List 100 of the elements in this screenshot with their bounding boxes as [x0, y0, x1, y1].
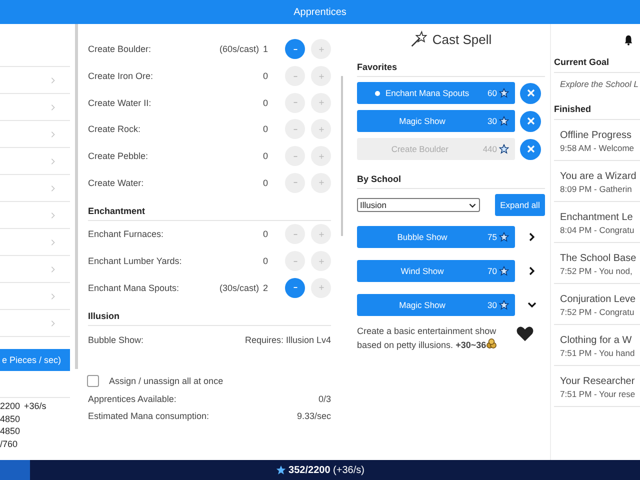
- star-icon: [276, 465, 286, 475]
- plus-button[interactable]: [311, 146, 331, 166]
- event-title: Offline Progress: [560, 130, 633, 141]
- spell-button[interactable]: Magic Show 30: [357, 294, 515, 316]
- remove-button[interactable]: [520, 110, 541, 132]
- cast-time: (30s/cast): [219, 282, 259, 293]
- checkbox[interactable]: [87, 375, 99, 387]
- event-title: You are a Wizard: [560, 171, 638, 182]
- stat-value: 9.33/sec: [296, 411, 331, 421]
- bell-icon: [623, 34, 634, 46]
- event-detail: 7:51 PM - You hand: [560, 348, 636, 358]
- plus-button[interactable]: [311, 119, 331, 140]
- remove-button[interactable]: [520, 82, 541, 104]
- minus-button[interactable]: [285, 278, 305, 298]
- spell-name: Magic Show: [399, 116, 446, 126]
- close-icon: [526, 116, 536, 126]
- plus-button[interactable]: [311, 224, 331, 244]
- spell-label: Create Iron Ore:: [88, 71, 154, 82]
- star-icon: [499, 144, 509, 154]
- star-icon: [499, 88, 509, 98]
- apprentice-count: 0: [263, 71, 270, 82]
- resource-value: 4850: [0, 412, 20, 425]
- plus-button[interactable]: [311, 92, 331, 113]
- resource-value: 4850: [0, 425, 20, 438]
- section-heading: Favorites: [357, 54, 545, 77]
- mana-cost: 70: [488, 266, 497, 276]
- star-icon: [499, 116, 509, 126]
- plus-icon: [318, 179, 324, 186]
- resource-value: /760: [0, 438, 18, 450]
- event-detail: 9:58 AM - Welcome: [560, 143, 636, 153]
- event-detail: 8:04 PM - Congratu: [560, 225, 636, 235]
- spell-description: Create a basic entertainment show based on petty illusions. +30~36: [357, 325, 498, 352]
- expand-chevron-icon[interactable]: [527, 232, 537, 242]
- plus-icon: [318, 126, 324, 133]
- section-heading: Current Goal: [554, 54, 640, 73]
- spell-label: Create Water II:: [88, 98, 152, 108]
- chevron-icon: [51, 238, 55, 246]
- chevron-icon: [51, 76, 55, 84]
- minus-button[interactable]: [285, 39, 305, 60]
- spell-button[interactable]: Enchant Mana Spouts 60: [357, 82, 515, 104]
- coins-icon: [486, 338, 498, 349]
- star-icon: [499, 232, 509, 242]
- apprentice-count: 0: [263, 124, 270, 134]
- spell-label: Create Pebble:: [88, 151, 150, 162]
- spell-label: Create Rock:: [88, 124, 142, 134]
- plus-icon: [318, 152, 324, 160]
- expand-chevron-icon[interactable]: [527, 266, 537, 276]
- stat-label: Apprentices Available:: [88, 394, 176, 404]
- event-title: Clothing for a W: [560, 335, 633, 346]
- star-icon: [499, 300, 509, 310]
- school-dropdown[interactable]: Illusion: [357, 198, 480, 212]
- plus-button[interactable]: [311, 278, 331, 298]
- event-detail: 7:52 PM - Congratu: [560, 307, 636, 317]
- spell-label: Create Water:: [88, 178, 145, 188]
- plus-button[interactable]: [311, 66, 331, 86]
- plus-icon: [318, 99, 324, 106]
- chevron-icon: [51, 292, 55, 300]
- apprentice-count: 0: [263, 229, 270, 240]
- status-segment: [0, 460, 30, 480]
- mana-cost: 75: [488, 232, 497, 242]
- plus-button[interactable]: [311, 172, 331, 193]
- plus-icon: [318, 72, 324, 80]
- spell-label: Create Boulder:: [88, 44, 152, 54]
- apprentice-count: 0: [263, 151, 270, 162]
- mana-cost: 30: [488, 300, 497, 310]
- apprentice-count: 0: [263, 178, 270, 188]
- event-title: The School Base: [560, 253, 638, 264]
- event-detail: 7:51 PM - Your rese: [560, 389, 636, 399]
- spell-button[interactable]: Magic Show 30: [357, 110, 515, 132]
- section-heading: By School: [357, 166, 545, 189]
- apprentice-count: 2: [263, 282, 270, 293]
- spell-button[interactable]: Wind Show 70: [357, 260, 515, 282]
- mana-cost: 60: [488, 88, 497, 98]
- collapse-chevron-icon[interactable]: [527, 300, 537, 310]
- section-heading: Enchantment: [88, 196, 331, 222]
- spell-name: Bubble Show: [397, 232, 448, 242]
- event-detail: 8:09 PM - Gatherin: [560, 184, 633, 194]
- production-button[interactable]: e Pieces / sec): [0, 349, 70, 371]
- resource-rate: +36/s: [24, 400, 46, 412]
- expand-all-button[interactable]: Expand all: [495, 194, 545, 216]
- stat-label: Estimated Mana consumption:: [88, 411, 210, 421]
- chevron-icon: [51, 158, 55, 164]
- spell-label: Enchant Lumber Yards:: [88, 256, 183, 266]
- remove-button[interactable]: [520, 138, 541, 160]
- event-title: Enchantment Le: [560, 212, 634, 223]
- event-detail: 7:52 PM - You nod,: [560, 266, 634, 276]
- spell-button[interactable]: Bubble Show 75: [357, 226, 515, 248]
- spell-name: Magic Show: [399, 300, 446, 310]
- spell-label: Enchant Furnaces:: [88, 229, 165, 240]
- scrollbar-thumb[interactable]: [341, 76, 343, 236]
- spell-label: Bubble Show:: [88, 334, 145, 345]
- plus-icon: [318, 46, 324, 53]
- stat-value: 0/3: [318, 394, 331, 404]
- plus-button[interactable]: [311, 39, 331, 60]
- resource-value: 2200: [0, 400, 20, 412]
- plus-button[interactable]: [311, 251, 331, 272]
- plus-icon: [318, 230, 324, 238]
- checkbox-label: Assign / unassign all at once: [109, 376, 224, 386]
- apprentice-count: 0: [263, 256, 270, 266]
- chevron-icon: [51, 104, 55, 110]
